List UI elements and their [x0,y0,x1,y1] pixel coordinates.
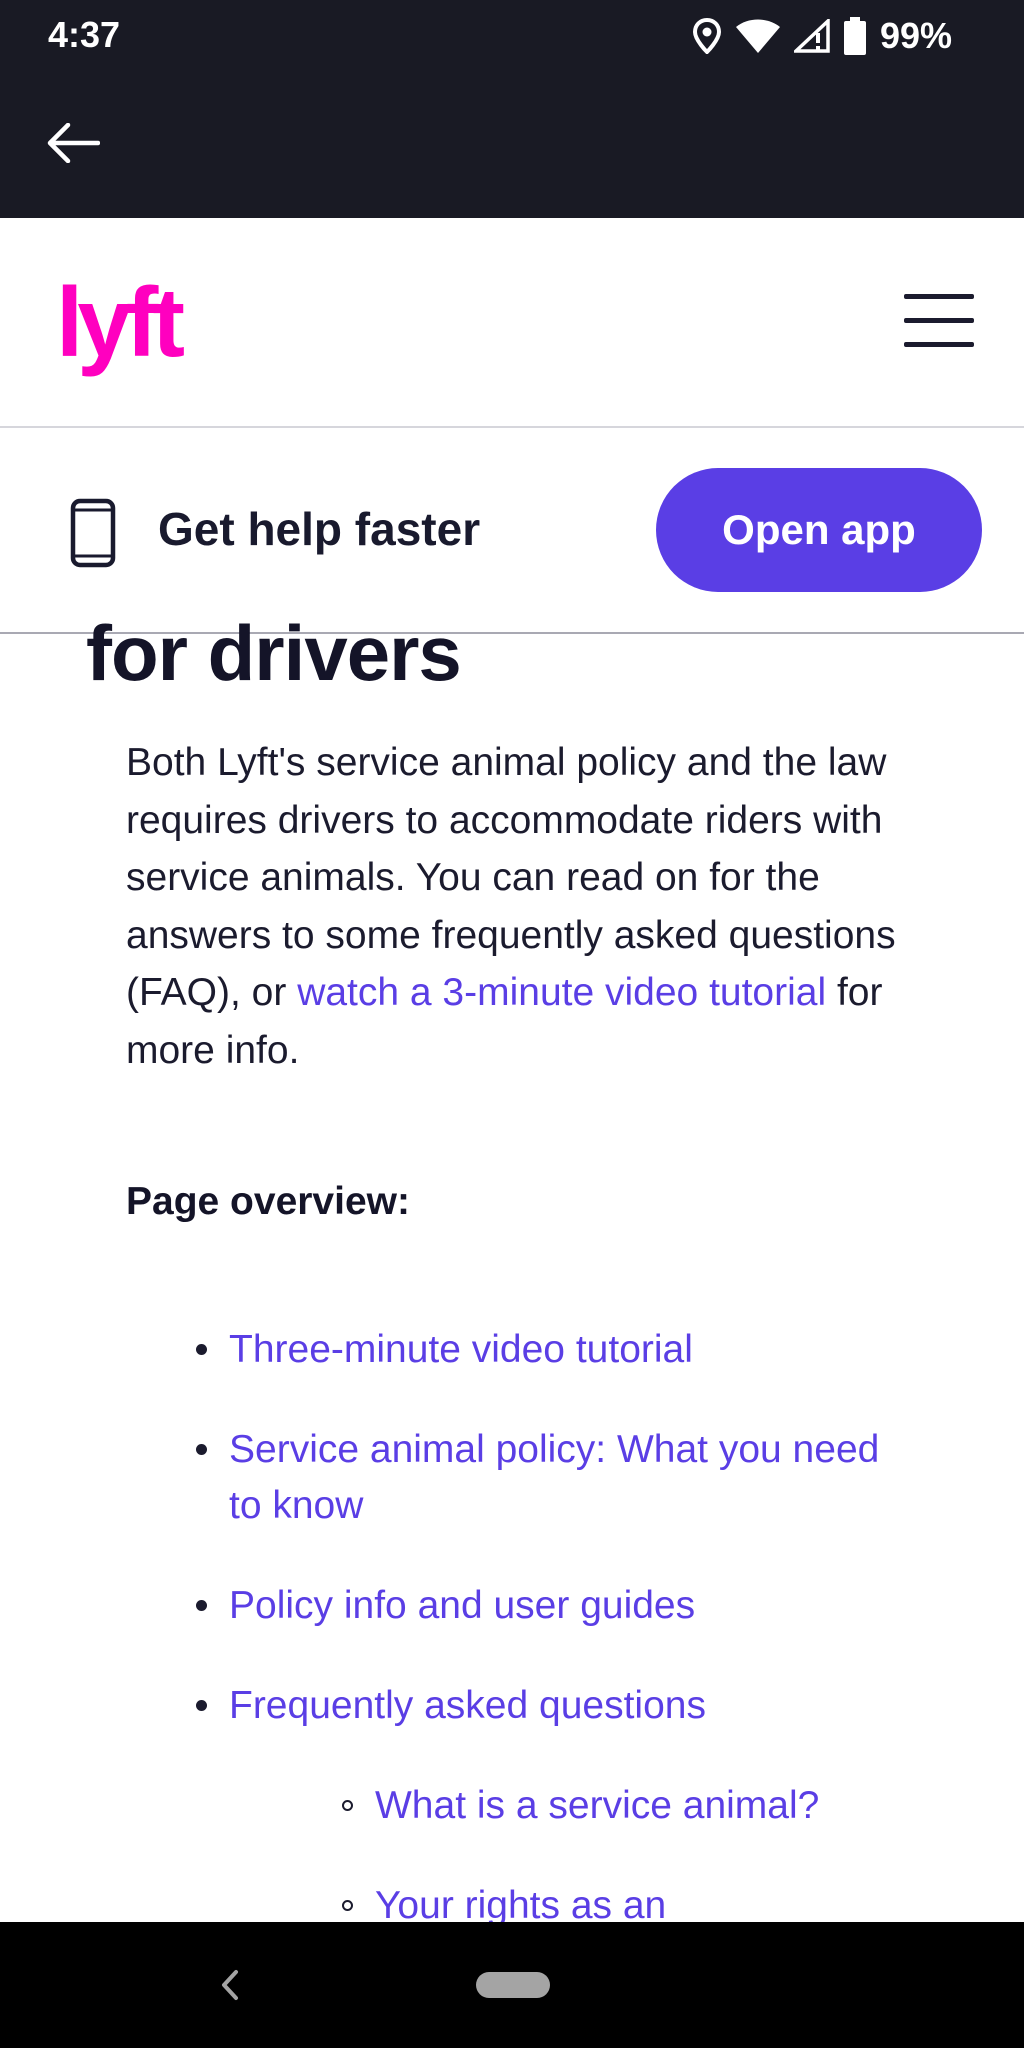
arrow-left-icon [47,123,100,163]
toc-link-video-tutorial[interactable]: Three-minute video tutorial [229,1322,929,1378]
phone-icon [70,498,116,568]
overview-title: Page overview: [126,1180,410,1223]
battery-icon [843,17,866,55]
intro-paragraph: Both Lyft's service animal policy and th… [126,734,926,1079]
app-bar [0,72,1024,218]
menu-button[interactable] [904,294,974,356]
toc-link-policy-info[interactable]: Policy info and user guides [229,1578,929,1634]
bullet-icon [196,1600,207,1611]
toc-link-what-is-service-animal[interactable]: What is a service animal? [375,1778,975,1834]
lyft-logo[interactable]: lyft [56,267,196,393]
video-tutorial-link[interactable]: watch a 3-minute video tutorial [297,971,826,1014]
wifi-icon [735,19,780,53]
signal-icon [793,19,830,53]
battery-percent: 99% [879,15,952,56]
hamburger-menu-icon [904,318,974,323]
home-pill-icon[interactable] [476,1972,550,1998]
lyft-logo-icon: lyft [56,267,190,377]
hamburger-menu-icon [904,342,974,347]
open-app-button[interactable]: Open app [656,468,982,592]
toc-link-faq[interactable]: Frequently asked questions [229,1678,929,1734]
help-text: Get help faster [158,503,481,555]
sub-bullet-icon [342,1800,353,1811]
sub-bullet-icon [342,1900,353,1911]
site-header: lyft [0,218,1024,428]
back-button[interactable] [42,112,104,174]
location-icon [692,18,721,54]
bullet-icon [196,1700,207,1711]
bullet-icon [196,1444,207,1455]
help-banner: Get help faster Open app [0,428,1024,634]
page-heading: for drivers [86,609,462,697]
bullet-icon [196,1344,207,1355]
system-nav-bar [0,1922,1024,2048]
nav-back-button[interactable] [210,1960,250,2010]
status-time: 4:37 [48,14,121,55]
toc-link-service-animal-policy[interactable]: Service animal policy: What you need to … [229,1422,909,1534]
chevron-left-icon [222,1970,238,2000]
status-icons: 99% [692,14,952,58]
hamburger-menu-icon [904,294,974,299]
svg-text:lyft: lyft [56,278,184,377]
status-bar: 4:37 99% [0,0,1024,72]
